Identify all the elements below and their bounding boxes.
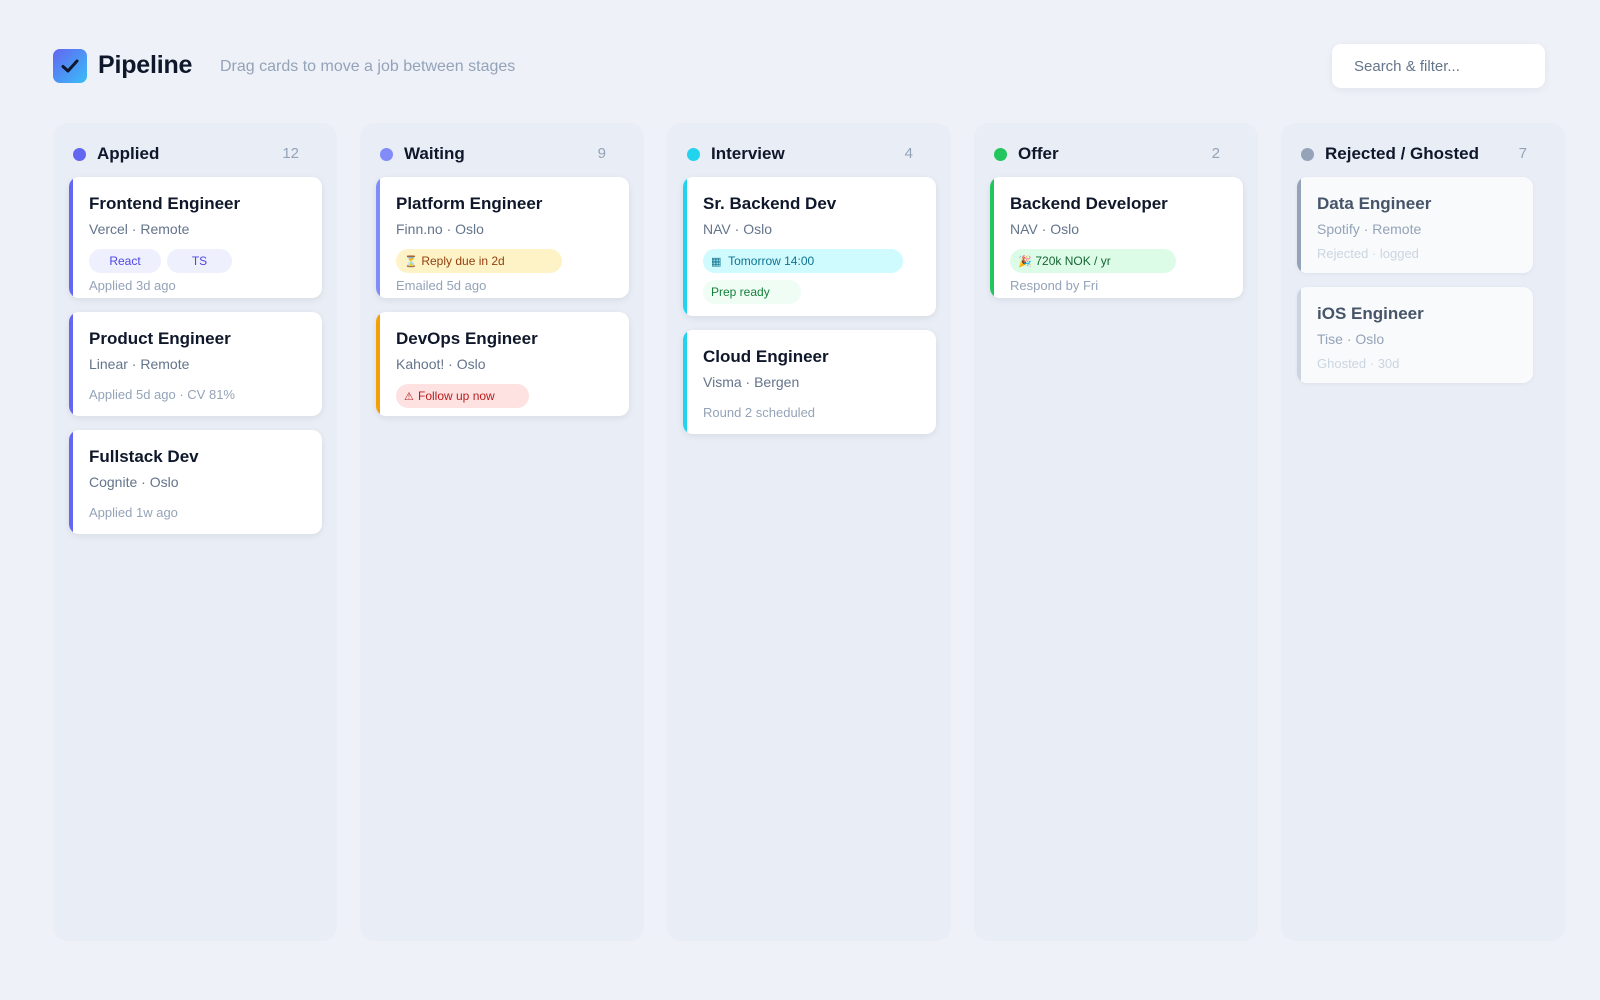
card-accent xyxy=(683,177,687,316)
job-card-platform-engineer[interactable]: Platform Engineer Finn.no · Oslo ⏳ Reply… xyxy=(376,177,629,298)
badge-label: Tomorrow 14:00 xyxy=(728,254,815,268)
badge-label: Follow up now xyxy=(418,389,495,403)
status-dot-icon xyxy=(73,148,86,161)
card-title: Backend Developer xyxy=(1010,194,1168,213)
job-card-backend-developer[interactable]: Backend Developer NAV · Oslo 🎉 720k NOK … xyxy=(990,177,1243,298)
interview-time-badge: ▦ Tomorrow 14:00 xyxy=(703,249,903,273)
card-accent xyxy=(990,177,994,298)
job-card-ios-engineer[interactable]: iOS Engineer Tise · Oslo Ghosted · 30d xyxy=(1297,287,1533,383)
party-icon: 🎉 xyxy=(1018,256,1032,268)
card-accent xyxy=(69,177,73,298)
job-card-cloud-engineer[interactable]: Cloud Engineer Visma · Bergen Round 2 sc… xyxy=(683,330,936,434)
column-title: Interview xyxy=(711,144,785,163)
column-count: 2 xyxy=(1211,145,1220,162)
card-company: Kahoot! · Oslo xyxy=(396,356,486,372)
column-header: Interview 4 xyxy=(687,144,931,166)
card-title: Platform Engineer xyxy=(396,194,543,213)
card-accent xyxy=(69,312,73,416)
card-footer: Applied 5d ago · CV 81% xyxy=(89,387,235,402)
card-title: Data Engineer xyxy=(1317,194,1432,213)
prep-ready-badge: Prep ready xyxy=(703,280,801,304)
status-dot-icon xyxy=(380,148,393,161)
column-header: Offer 2 xyxy=(994,144,1238,166)
column-count: 12 xyxy=(282,145,299,162)
card-footer: Emailed 5d ago xyxy=(396,278,487,293)
warning-icon: ⚠ xyxy=(404,391,414,403)
card-footer: Rejected · logged xyxy=(1317,246,1419,261)
job-card-fullstack-dev[interactable]: Fullstack Dev Cognite · Oslo Applied 1w … xyxy=(69,430,322,534)
hourglass-icon: ⏳ xyxy=(404,256,418,268)
column-header: Rejected / Ghosted 7 xyxy=(1301,144,1545,166)
column-header: Waiting 9 xyxy=(380,144,624,166)
checkmark-icon xyxy=(61,59,79,73)
card-footer: Applied 3d ago xyxy=(89,278,176,293)
job-card-frontend-engineer[interactable]: Frontend Engineer Vercel · Remote React … xyxy=(69,177,322,298)
card-title: Sr. Backend Dev xyxy=(703,194,837,213)
card-company: NAV · Oslo xyxy=(703,221,772,237)
column-title: Waiting xyxy=(404,144,465,163)
card-company: Vercel · Remote xyxy=(89,221,190,237)
card-title: Fullstack Dev xyxy=(89,447,199,466)
badge-label: 720k NOK / yr xyxy=(1035,254,1111,268)
card-footer: Ghosted · 30d xyxy=(1317,356,1400,371)
column-interview: Interview 4 Sr. Backend Dev NAV · Oslo ▦… xyxy=(667,123,951,941)
card-company: Visma · Bergen xyxy=(703,374,800,390)
card-company: Tise · Oslo xyxy=(1317,331,1385,347)
card-title: Frontend Engineer xyxy=(89,194,241,213)
job-card-data-engineer[interactable]: Data Engineer Spotify · Remote Rejected … xyxy=(1297,177,1533,273)
card-company: Linear · Remote xyxy=(89,356,190,372)
job-card-product-engineer[interactable]: Product Engineer Linear · Remote Applied… xyxy=(69,312,322,416)
status-dot-icon xyxy=(994,148,1007,161)
card-accent xyxy=(1297,177,1301,273)
column-offer: Offer 2 Backend Developer NAV · Oslo 🎉 7… xyxy=(974,123,1258,941)
card-company: Spotify · Remote xyxy=(1317,221,1422,237)
tag-ts: TS xyxy=(167,249,232,273)
card-title: DevOps Engineer xyxy=(396,329,538,348)
card-accent xyxy=(69,430,73,534)
app-logo xyxy=(53,49,87,83)
card-title: iOS Engineer xyxy=(1317,304,1424,323)
card-title: Product Engineer xyxy=(89,329,231,348)
column-count: 7 xyxy=(1518,145,1527,162)
search-input[interactable] xyxy=(1332,44,1545,88)
tag-react: React xyxy=(89,249,161,273)
card-company: NAV · Oslo xyxy=(1010,221,1079,237)
page-subtitle: Drag cards to move a job between stages xyxy=(220,58,516,75)
follow-up-badge: ⚠ Follow up now xyxy=(396,384,529,408)
status-dot-icon xyxy=(1301,148,1314,161)
card-title: Cloud Engineer xyxy=(703,347,829,366)
column-title: Offer xyxy=(1018,144,1059,163)
job-card-devops-engineer[interactable]: DevOps Engineer Kahoot! · Oslo ⚠ Follow u… xyxy=(376,312,629,416)
card-company: Cognite · Oslo xyxy=(89,474,179,490)
column-header: Applied 12 xyxy=(73,144,317,166)
card-footer: Respond by Fri xyxy=(1010,278,1099,293)
badge-label: Reply due in 2d xyxy=(421,254,505,268)
card-footer: Round 2 scheduled xyxy=(703,405,816,420)
column-applied: Applied 12 Frontend Engineer Vercel · Re… xyxy=(53,123,337,941)
column-count: 4 xyxy=(904,145,913,162)
card-accent xyxy=(1297,287,1301,383)
card-footer: Applied 1w ago xyxy=(89,505,178,520)
column-title: Applied xyxy=(97,144,160,163)
card-accent xyxy=(376,177,380,298)
column-waiting: Waiting 9 Platform Engineer Finn.no · Os… xyxy=(360,123,644,941)
status-dot-icon xyxy=(687,148,700,161)
card-accent xyxy=(376,312,380,416)
column-count: 9 xyxy=(597,145,606,162)
reply-due-badge: ⏳ Reply due in 2d xyxy=(396,249,562,273)
column-title: Rejected / Ghosted xyxy=(1325,144,1479,163)
card-company: Finn.no · Oslo xyxy=(396,221,484,237)
job-card-sr-backend-dev[interactable]: Sr. Backend Dev NAV · Oslo ▦ Tomorrow 14… xyxy=(683,177,936,316)
card-accent xyxy=(683,330,687,434)
salary-badge: 🎉 720k NOK / yr xyxy=(1010,249,1176,273)
page-title: Pipeline xyxy=(98,51,193,79)
calendar-icon: ▦ xyxy=(711,256,722,268)
column-rejected: Rejected / Ghosted 7 Data Engineer Spoti… xyxy=(1281,123,1565,941)
header: Pipeline Drag cards to move a job betwee… xyxy=(53,44,1545,90)
